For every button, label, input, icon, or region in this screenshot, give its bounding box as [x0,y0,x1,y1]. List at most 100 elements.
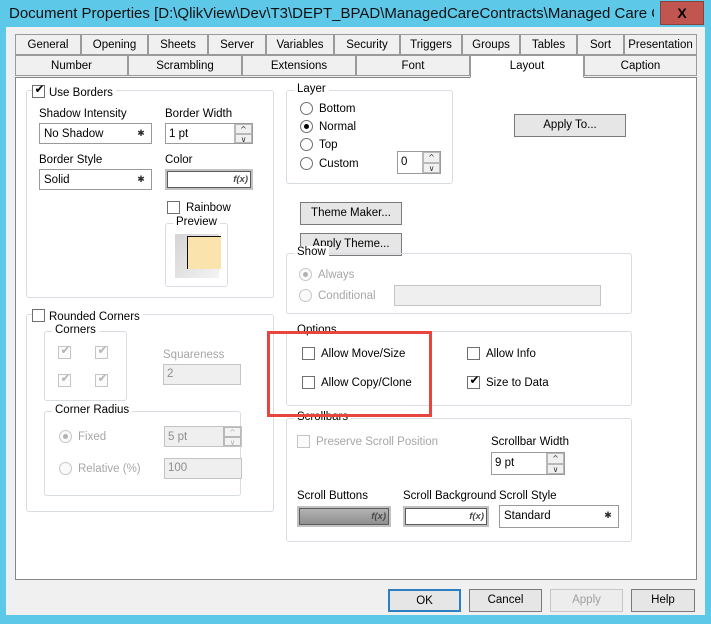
layer-bottom-label: Bottom [319,103,356,115]
tab-strip: General Opening Sheets Server Variables … [15,34,697,78]
border-style-combo[interactable]: Solid ✱ [39,169,152,190]
show-group-label: Show [294,246,329,258]
layer-top-radio[interactable] [300,138,313,151]
tab-security[interactable]: Security [334,34,400,55]
tab-extensions[interactable]: Extensions [242,55,356,76]
preserve-scroll-position-checkbox[interactable] [297,435,310,448]
rainbow-checkbox[interactable] [167,201,180,214]
close-button[interactable]: X [660,1,704,25]
tab-layout[interactable]: Layout [470,55,584,78]
use-borders-label: Use Borders [49,87,113,99]
corner-radius-group: Corner Radius Fixed 5 pt ^ ∨ Relative (%… [44,404,242,496]
spin-up-icon[interactable]: ^ [547,453,564,464]
rounded-corners-checkbox[interactable] [32,309,45,322]
rounded-corners-group: Rounded Corners Corners ✔ ✔ ✔ ✔ Squarene… [26,307,274,512]
help-button[interactable]: Help [631,589,695,612]
spin-up-icon[interactable]: ^ [235,124,252,134]
allow-move-size-label: Allow Move/Size [321,348,406,360]
scroll-buttons-fx-label: f(x) [371,511,386,522]
tab-number[interactable]: Number [15,55,128,76]
border-color-field[interactable]: f(x) [165,169,253,190]
corner-radius-fixed-radio[interactable] [59,430,72,443]
tab-opening[interactable]: Opening [81,34,148,55]
document-properties-window: Document Properties [D:\QlikView\Dev\T3\… [0,0,711,624]
show-always-radio[interactable] [299,268,312,281]
scrollbar-width-spinner[interactable]: 9 pt ^ ∨ [491,452,565,475]
layer-bottom-radio[interactable] [300,102,313,115]
layer-custom-spin-buttons: ^ ∨ [422,152,440,173]
corner-radius-relative-input[interactable]: 100 [164,458,242,479]
spin-down-icon[interactable]: ∨ [224,436,241,446]
allow-move-size-checkbox[interactable] [302,347,315,360]
shadow-intensity-combo[interactable]: No Shadow ✱ [39,123,152,144]
apply-button: Apply [550,589,623,612]
tab-caption[interactable]: Caption [584,55,697,76]
title-bar: Document Properties [D:\QlikView\Dev\T3\… [0,0,711,27]
layer-custom-label: Custom [319,158,359,170]
tab-presentation[interactable]: Presentation [624,34,697,55]
scroll-style-combo[interactable]: Standard ✱ [499,505,619,528]
border-style-value: Solid [44,174,70,186]
squareness-input[interactable]: 2 [163,364,241,385]
spin-up-icon[interactable]: ^ [423,152,440,163]
tab-groups[interactable]: Groups [462,34,520,55]
radio-dot [304,124,309,129]
tab-variables[interactable]: Variables [266,34,334,55]
corner-bottom-left-checkbox[interactable]: ✔ [58,371,71,387]
scroll-background-fx-label: f(x) [469,511,484,522]
corner-top-left-checkbox[interactable]: ✔ [58,343,71,359]
spin-up-icon[interactable]: ^ [224,427,241,437]
layer-custom-radio[interactable] [300,157,313,170]
use-borders-checkbox[interactable]: ✔ [32,83,45,98]
corner-radius-fixed-value: 5 pt [168,431,188,443]
spin-down-icon[interactable]: ∨ [423,162,440,173]
border-color-fx-label: f(x) [233,174,248,185]
border-width-spin-buttons: ^ ∨ [234,124,252,143]
size-to-data-checkbox[interactable]: ✔ [467,373,480,389]
corner-top-right-checkbox[interactable]: ✔ [95,344,108,359]
scrollbars-group-label: Scrollbars [294,411,352,423]
rounded-corners-group-label: Rounded Corners [32,307,143,323]
scroll-background-color-field[interactable]: f(x) [403,506,489,527]
ok-button[interactable]: OK [388,589,461,612]
preserve-scroll-position-label: Preserve Scroll Position [316,436,439,448]
spin-down-icon[interactable]: ∨ [235,133,252,143]
border-color-label: Color [165,154,193,166]
layer-normal-label: Normal [319,121,357,133]
tab-server[interactable]: Server [208,34,266,55]
check-icon: ✔ [469,373,480,387]
corners-group: Corners ✔ ✔ ✔ ✔ [44,324,127,401]
show-conditional-input[interactable] [394,285,601,306]
show-conditional-radio[interactable] [299,289,312,302]
tab-tables[interactable]: Tables [520,34,577,55]
check-icon: ✔ [60,343,71,357]
rainbow-label: Rainbow [186,202,231,214]
corner-bottom-right-checkbox[interactable]: ✔ [95,372,108,387]
spin-down-icon[interactable]: ∨ [547,463,564,474]
tab-sheets[interactable]: Sheets [148,34,208,55]
corner-radius-spin-buttons: ^ ∨ [223,427,241,446]
theme-maker-button[interactable]: Theme Maker... [300,202,402,225]
scroll-style-label: Scroll Style [499,490,557,502]
tab-general[interactable]: General [15,34,81,55]
check-icon: ✔ [60,371,71,385]
corner-radius-fixed-label: Fixed [78,431,107,443]
apply-to-button[interactable]: Apply To... [514,114,626,137]
corner-radius-fixed-spinner[interactable]: 5 pt ^ ∨ [164,426,242,447]
layer-custom-spinner[interactable]: 0 ^ ∨ [397,151,441,174]
cancel-button[interactable]: Cancel [469,589,542,612]
border-style-label: Border Style [39,154,103,166]
layout-tab-panel: ✔ Use Borders Shadow Intensity No Shadow… [15,77,697,580]
allow-info-checkbox[interactable] [467,347,480,360]
scrollbar-width-label: Scrollbar Width [491,436,569,448]
layer-top-label: Top [319,139,338,151]
scroll-buttons-color-field[interactable]: f(x) [297,506,391,527]
corner-radius-relative-radio[interactable] [59,462,72,475]
tab-font[interactable]: Font [356,55,470,76]
border-width-spinner[interactable]: 1 pt ^ ∨ [165,123,253,144]
tab-triggers[interactable]: Triggers [400,34,462,55]
tab-scrambling[interactable]: Scrambling [128,55,242,76]
allow-copy-clone-checkbox[interactable] [302,376,315,389]
tab-sort[interactable]: Sort [577,34,624,55]
layer-normal-radio[interactable] [300,120,313,133]
